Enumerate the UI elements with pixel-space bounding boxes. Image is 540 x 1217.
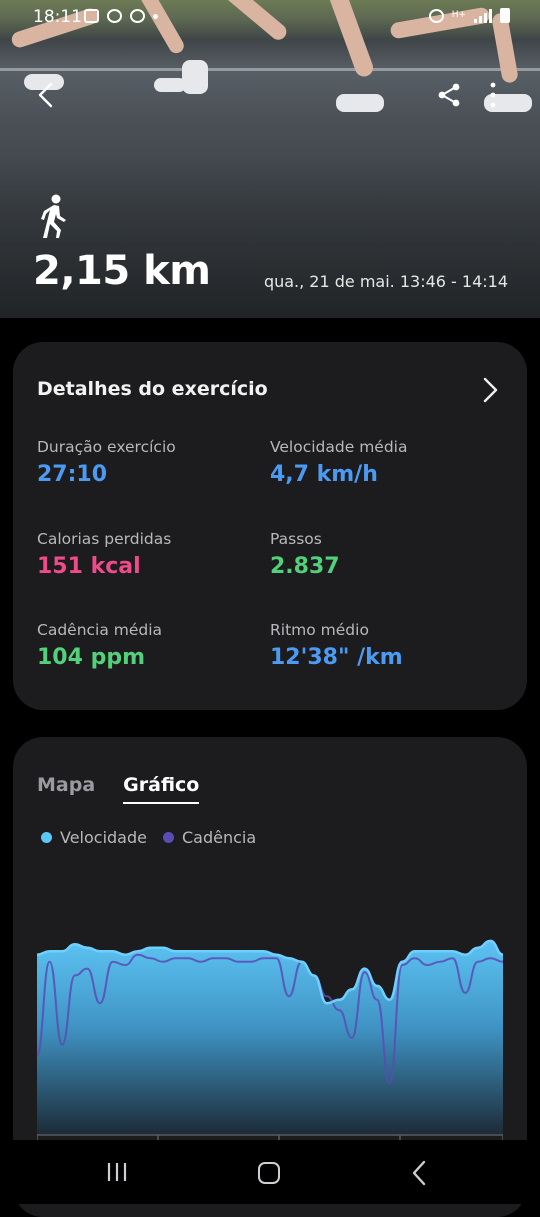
legend-label: Velocidade [60, 828, 147, 847]
stat-value: 151 kcal [37, 554, 141, 579]
stat-pace: Ritmo médio 12'38" /km [270, 621, 403, 670]
hero-shade [0, 158, 540, 318]
gallery-icon [84, 9, 99, 23]
stat-label: Velocidade média [270, 438, 408, 456]
stat-duration: Duração exercício 27:10 [37, 438, 176, 487]
runner-shoe [336, 94, 384, 112]
stat-label: Duração exercício [37, 438, 176, 456]
stat-label: Calorias perdidas [37, 530, 172, 548]
share-icon[interactable] [436, 82, 462, 108]
legend-dot-speed [41, 832, 52, 843]
status-system-icons: H+ [428, 8, 510, 23]
alarm-icon [428, 8, 444, 23]
app-notification-icon [107, 9, 122, 23]
more-options-icon[interactable] [483, 80, 503, 110]
stat-value: 2.837 [270, 554, 340, 579]
distance-value: 2,15 km [33, 248, 211, 294]
chart-legend: Velocidade Cadência [41, 828, 256, 847]
network-type-icon: H+ [451, 10, 466, 20]
stat-value: 104 ppm [37, 645, 146, 670]
home-icon[interactable] [258, 1162, 280, 1184]
back-arrow-icon[interactable] [32, 80, 62, 110]
navigation-bar [0, 1140, 540, 1204]
more-notifications-dot [153, 14, 158, 19]
legend-item-speed: Velocidade [41, 828, 147, 847]
stat-steps: Passos 2.837 [270, 530, 340, 579]
card-title: Detalhes do exercício [37, 378, 268, 400]
battery-icon [500, 8, 510, 23]
speed-area [37, 940, 503, 1135]
status-time: 18:11 [33, 7, 82, 27]
legend-label: Cadência [181, 828, 257, 847]
stat-avg-speed: Velocidade média 4,7 km/h [270, 438, 407, 487]
chevron-right-icon[interactable] [479, 376, 503, 404]
status-notification-icons [84, 9, 158, 23]
stat-cadence: Cadência média 104 ppm [37, 621, 162, 670]
workout-datetime: qua., 21 de mai. 13:46 - 14:14 [263, 272, 508, 291]
nav-back-icon[interactable] [410, 1160, 428, 1186]
stat-value: 27:10 [37, 462, 108, 487]
recent-apps-icon[interactable] [106, 1162, 128, 1182]
runner-shoe [182, 60, 208, 94]
exercise-details-card[interactable]: Detalhes do exercício Duração exercício … [13, 342, 527, 710]
stat-label: Cadência média [37, 621, 163, 639]
legend-item-cadence: Cadência [162, 828, 257, 847]
road-line [0, 68, 540, 71]
stat-value: 12'38" /km [270, 645, 403, 670]
minus-circle-icon [130, 9, 145, 23]
stat-label: Ritmo médio [270, 621, 369, 639]
tab-map[interactable]: Mapa [37, 774, 95, 804]
signal-icon [474, 8, 492, 23]
chart-marks [37, 939, 503, 1135]
view-tabs: Mapa Gráfico [37, 774, 200, 804]
stat-label: Passos [270, 530, 322, 548]
stat-value: 4,7 km/h [270, 462, 378, 487]
status-bar: 18:11 H+ [0, 0, 540, 34]
hero-image: 18:11 H+ 2,15 km qua., 21 de mai. 13:46 … [0, 0, 540, 318]
tab-graph[interactable]: Gráfico [123, 774, 200, 804]
stat-calories: Calorias perdidas 151 kcal [37, 530, 171, 579]
legend-dot-cadence [162, 832, 174, 843]
speed-cadence-chart[interactable] [37, 927, 503, 1147]
walking-icon [41, 194, 66, 238]
